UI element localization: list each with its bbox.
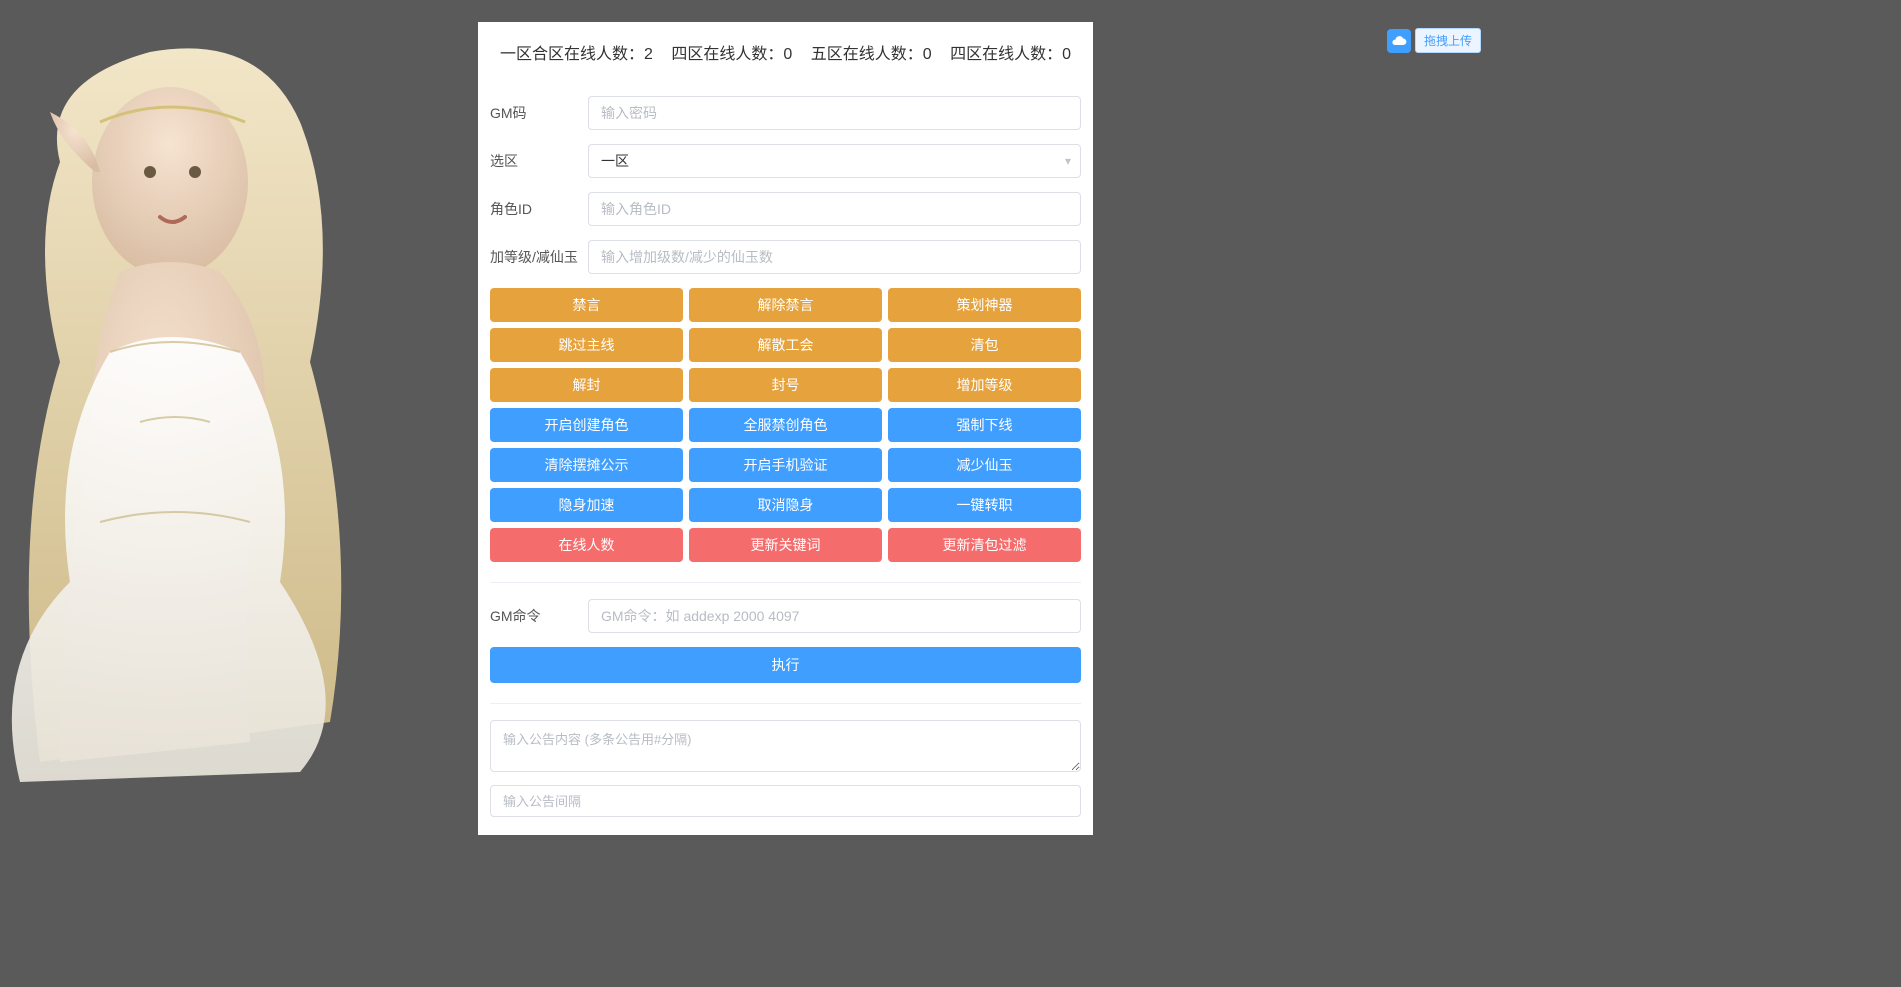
zone4a-label: 四区在线人数： bbox=[671, 46, 783, 63]
zone1-label: 一区合区在线人数： bbox=[500, 46, 644, 63]
enable-phone-verify-button[interactable]: 开启手机验证 bbox=[689, 448, 882, 482]
planner-artifact-button[interactable]: 策划神器 bbox=[888, 288, 1081, 322]
elf-character-image bbox=[0, 22, 420, 792]
section-divider-2 bbox=[490, 703, 1081, 704]
zone4b-count: 0 bbox=[1062, 46, 1071, 63]
update-keywords-button[interactable]: 更新关键词 bbox=[689, 528, 882, 562]
zone-select-label: 选区 bbox=[490, 151, 588, 171]
role-id-label: 角色ID bbox=[490, 199, 588, 219]
clear-bag-button[interactable]: 清包 bbox=[888, 328, 1081, 362]
mute-button[interactable]: 禁言 bbox=[490, 288, 683, 322]
add-level-button[interactable]: 增加等级 bbox=[888, 368, 1081, 402]
zone4a-count: 0 bbox=[783, 46, 792, 63]
gm-cmd-label: GM命令 bbox=[490, 606, 588, 626]
gm-form-section: GM码 选区 ▾ 角色ID 加等级/减仙玉 bbox=[478, 84, 1093, 274]
online-count-button[interactable]: 在线人数 bbox=[490, 528, 683, 562]
unban-button[interactable]: 解封 bbox=[490, 368, 683, 402]
level-label: 加等级/减仙玉 bbox=[490, 247, 588, 267]
cancel-stealth-button[interactable]: 取消隐身 bbox=[689, 488, 882, 522]
ban-button[interactable]: 封号 bbox=[689, 368, 882, 402]
disable-create-role-button[interactable]: 全服禁创角色 bbox=[689, 408, 882, 442]
role-id-input[interactable] bbox=[588, 192, 1081, 226]
zone-select[interactable] bbox=[588, 144, 1081, 178]
upload-widget: 拖拽上传 bbox=[1387, 28, 1481, 53]
background-illustration bbox=[0, 22, 420, 792]
zone5-count: 0 bbox=[923, 46, 932, 63]
online-counts-header: 一区合区在线人数：2 四区在线人数：0 五区在线人数：0 四区在线人数：0 bbox=[478, 22, 1093, 84]
announcement-interval-input[interactable] bbox=[490, 785, 1081, 817]
announcement-content-input[interactable] bbox=[490, 720, 1081, 772]
gm-cmd-input[interactable] bbox=[588, 599, 1081, 633]
unmute-button[interactable]: 解除禁言 bbox=[689, 288, 882, 322]
cloud-upload-icon[interactable] bbox=[1387, 29, 1411, 53]
execute-button[interactable]: 执行 bbox=[490, 647, 1081, 683]
zone1-count: 2 bbox=[644, 46, 653, 63]
force-offline-button[interactable]: 强制下线 bbox=[888, 408, 1081, 442]
gm-code-label: GM码 bbox=[490, 103, 588, 123]
zone5-label: 五区在线人数： bbox=[811, 46, 923, 63]
disband-guild-button[interactable]: 解散工会 bbox=[689, 328, 882, 362]
section-divider bbox=[490, 582, 1081, 583]
reduce-xianyu-button[interactable]: 减少仙玉 bbox=[888, 448, 1081, 482]
gm-code-input[interactable] bbox=[588, 96, 1081, 130]
drag-upload-button[interactable]: 拖拽上传 bbox=[1415, 28, 1481, 53]
zone4b-label: 四区在线人数： bbox=[950, 46, 1062, 63]
update-clearbag-filter-button[interactable]: 更新清包过滤 bbox=[888, 528, 1081, 562]
one-click-class-change-button[interactable]: 一键转职 bbox=[888, 488, 1081, 522]
stealth-speedup-button[interactable]: 隐身加速 bbox=[490, 488, 683, 522]
admin-panel: 一区合区在线人数：2 四区在线人数：0 五区在线人数：0 四区在线人数：0 GM… bbox=[478, 22, 1093, 835]
skip-mainline-button[interactable]: 跳过主线 bbox=[490, 328, 683, 362]
level-input[interactable] bbox=[588, 240, 1081, 274]
enable-create-role-button[interactable]: 开启创建角色 bbox=[490, 408, 683, 442]
clear-stall-notice-button[interactable]: 清除摆摊公示 bbox=[490, 448, 683, 482]
action-button-grid: 禁言 解除禁言 策划神器 跳过主线 解散工会 清包 解封 封号 增加等级 开启创… bbox=[478, 288, 1093, 562]
